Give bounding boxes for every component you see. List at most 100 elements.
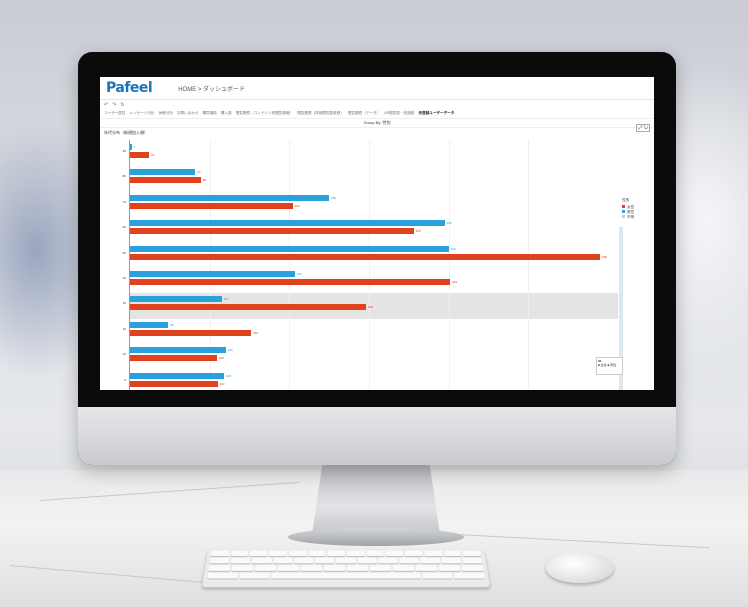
- key: [443, 550, 462, 556]
- bar-value-label: 395: [446, 221, 452, 226]
- bar-male[interactable]: [130, 144, 132, 150]
- bar-female[interactable]: [130, 228, 414, 235]
- tab-5[interactable]: 購入数: [221, 111, 232, 116]
- legend: 性別 女性 男性 不明: [622, 198, 634, 220]
- chart-tooltip: 30 ■ 女性 ■ 男性: [596, 357, 623, 375]
- keyboard: [201, 549, 491, 588]
- tab-6[interactable]: 閲覧履歴（コンテンツ別閲覧情報）: [236, 111, 294, 116]
- bar-value-label: 109: [218, 356, 224, 361]
- bar-value-label: 89: [202, 178, 207, 183]
- breadcrumb[interactable]: HOME > ダッシュボード: [178, 84, 245, 93]
- app-header: Pafeel HOME > ダッシュボード: [100, 77, 654, 100]
- key: [392, 565, 415, 571]
- tab-3[interactable]: お問い合わせ: [177, 111, 199, 116]
- y-tick-label: 30: [122, 301, 126, 306]
- key: [249, 550, 268, 556]
- bar-female[interactable]: [130, 152, 150, 158]
- monitor-chin: [78, 407, 676, 465]
- key: [294, 557, 314, 564]
- key: [230, 557, 251, 564]
- bar-male[interactable]: [130, 271, 295, 277]
- key: [277, 565, 300, 571]
- bar-male[interactable]: [130, 296, 222, 303]
- legend-title: 性別: [622, 198, 630, 202]
- bar-female[interactable]: [130, 253, 601, 260]
- key: [327, 550, 346, 556]
- bar-male[interactable]: [130, 169, 196, 176]
- key: [424, 550, 443, 556]
- key: [239, 572, 270, 579]
- bar-female[interactable]: [130, 177, 201, 184]
- keyboard-row: [207, 550, 485, 557]
- key: [462, 557, 483, 564]
- bar-female[interactable]: [130, 329, 252, 336]
- toolbar: ↶ ↷ ↻: [100, 100, 654, 109]
- bar-female[interactable]: [130, 304, 366, 311]
- y-tick-label: 20: [122, 326, 126, 331]
- key: [207, 572, 238, 579]
- key: [462, 550, 482, 556]
- y-tick-label: 90: [122, 149, 126, 153]
- bar-male[interactable]: [130, 245, 449, 252]
- key: [230, 550, 249, 556]
- legend-label: 女性: [627, 205, 635, 209]
- bar-male[interactable]: [130, 194, 330, 201]
- tab-1[interactable]: メッセージ分析: [130, 111, 155, 116]
- key: [438, 565, 461, 571]
- groupby-label: Group By: 性別: [100, 119, 654, 128]
- tab-4[interactable]: 購買機能: [203, 111, 217, 116]
- tab-8[interactable]: 閲覧履歴（データ）: [348, 111, 380, 116]
- bar-female[interactable]: [130, 202, 293, 209]
- screen: Pafeel HOME > ダッシュボード ↶ ↷ ↻ ユーザー属性 メッセージ分…: [100, 77, 654, 390]
- bar-value-label: 356: [415, 229, 421, 234]
- monitor-stand-neck: [312, 465, 440, 535]
- key: [399, 557, 419, 564]
- bar-female[interactable]: [130, 279, 451, 285]
- tab-2[interactable]: 休眠分析: [159, 111, 173, 116]
- y-tick-label: 60: [122, 225, 126, 230]
- undo-icon[interactable]: ↶: [104, 102, 108, 108]
- bar-female[interactable]: [130, 355, 217, 362]
- marble-vein: [9, 565, 210, 584]
- key: [369, 565, 392, 571]
- key: [346, 565, 369, 571]
- bar-value-label: 400: [450, 246, 456, 251]
- tab-9[interactable]: AR閲覧数・回遊数: [384, 111, 414, 116]
- legend-items: 女性 男性 不明: [622, 205, 634, 220]
- bar-male[interactable]: [130, 321, 169, 328]
- redo-icon[interactable]: ↷: [112, 102, 116, 108]
- bar-female[interactable]: [130, 380, 218, 387]
- bar-value-label: 2: [133, 145, 136, 149]
- key: [415, 565, 438, 571]
- key: [231, 565, 254, 571]
- key: [420, 557, 441, 564]
- gridline: [448, 140, 450, 390]
- expand-button[interactable]: ⤢ ↻: [636, 124, 650, 132]
- bar-value-label: 590: [602, 254, 608, 259]
- key: [323, 565, 346, 571]
- tab-bar: ユーザー属性 メッセージ分析 休眠分析 お問い合わせ 購買機能 購入数 閲覧履歴（コンテンツ…: [100, 109, 654, 119]
- legend-swatch: [622, 215, 625, 218]
- bar-value-label: 110: [219, 381, 225, 386]
- bar-value-label: 250: [331, 195, 337, 200]
- tab-10[interactable]: 未登録ユーザーデータ: [418, 111, 454, 116]
- bar-value-label: 120: [227, 348, 233, 353]
- bar-male[interactable]: [130, 220, 445, 227]
- y-tick-label: 40: [122, 276, 126, 280]
- y-tick-label: 80: [122, 174, 126, 179]
- key: [461, 565, 484, 571]
- refresh-icon[interactable]: ↻: [120, 102, 124, 108]
- monitor-stand-foot: [288, 528, 464, 546]
- tooltip-line: ■ 女性 ■ 男性: [598, 363, 617, 367]
- tab-0[interactable]: ユーザー属性: [104, 111, 126, 116]
- key: [366, 550, 384, 556]
- tab-7[interactable]: 閲覧履歴（詳細閲覧数推移）: [297, 111, 344, 116]
- key: [273, 557, 293, 564]
- app-logo[interactable]: Pafeel: [106, 80, 153, 96]
- legend-item[interactable]: 不明: [622, 215, 634, 220]
- bar-male[interactable]: [130, 347, 226, 354]
- key: [211, 550, 230, 556]
- key: [308, 550, 326, 556]
- bar-male[interactable]: [130, 372, 224, 379]
- bar-value-label: 118: [226, 373, 231, 378]
